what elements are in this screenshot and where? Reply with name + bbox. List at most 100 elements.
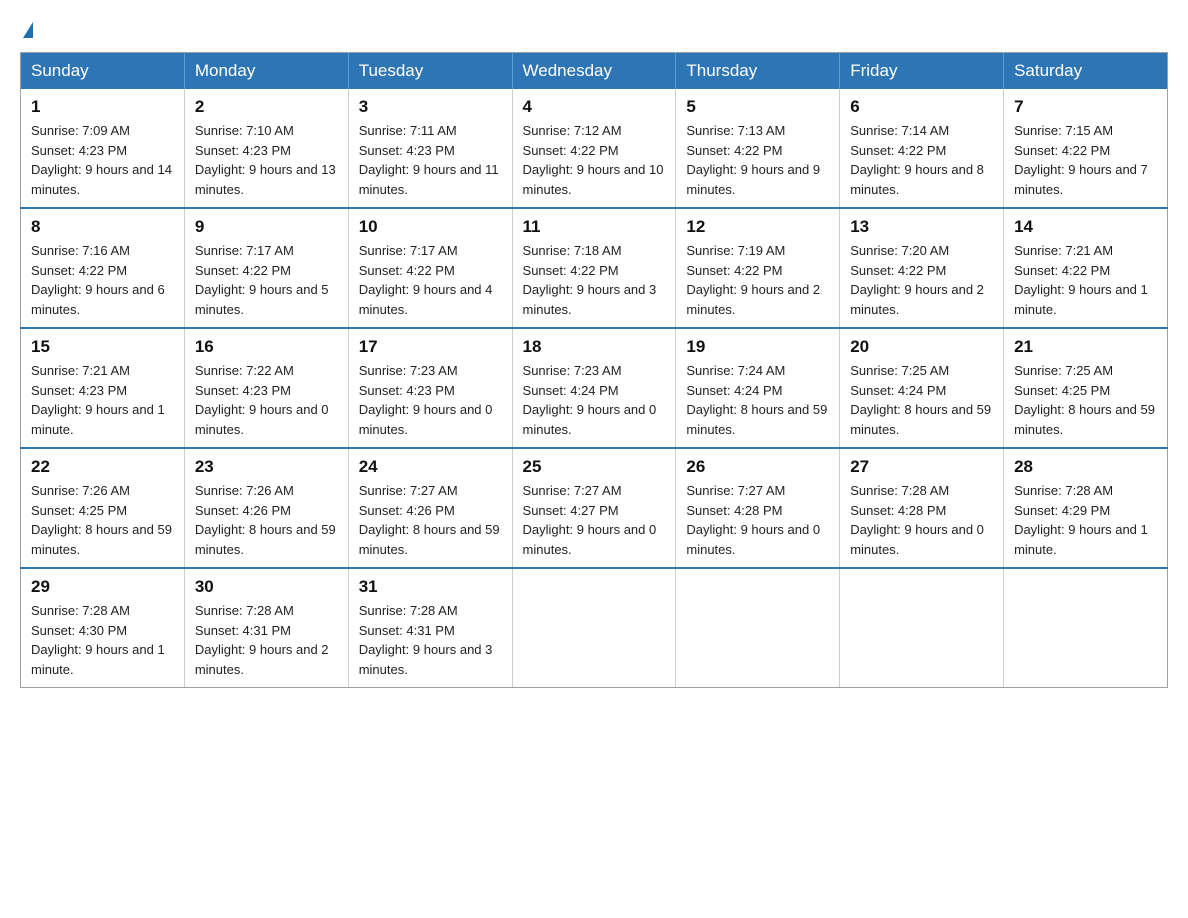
weekday-friday: Friday — [840, 53, 1004, 90]
day-cell-16: 16 Sunrise: 7:22 AMSunset: 4:23 PMDaylig… — [184, 328, 348, 448]
day-info: Sunrise: 7:20 AMSunset: 4:22 PMDaylight:… — [850, 243, 984, 317]
empty-cell-w4-d3 — [512, 568, 676, 688]
day-info: Sunrise: 7:28 AMSunset: 4:31 PMDaylight:… — [195, 603, 329, 677]
day-info: Sunrise: 7:26 AMSunset: 4:26 PMDaylight:… — [195, 483, 336, 557]
day-cell-22: 22 Sunrise: 7:26 AMSunset: 4:25 PMDaylig… — [21, 448, 185, 568]
day-number: 13 — [850, 217, 993, 237]
day-cell-1: 1 Sunrise: 7:09 AMSunset: 4:23 PMDayligh… — [21, 89, 185, 208]
day-number: 29 — [31, 577, 174, 597]
day-cell-8: 8 Sunrise: 7:16 AMSunset: 4:22 PMDayligh… — [21, 208, 185, 328]
day-info: Sunrise: 7:16 AMSunset: 4:22 PMDaylight:… — [31, 243, 165, 317]
day-cell-17: 17 Sunrise: 7:23 AMSunset: 4:23 PMDaylig… — [348, 328, 512, 448]
week-row-4: 22 Sunrise: 7:26 AMSunset: 4:25 PMDaylig… — [21, 448, 1168, 568]
day-number: 9 — [195, 217, 338, 237]
day-cell-19: 19 Sunrise: 7:24 AMSunset: 4:24 PMDaylig… — [676, 328, 840, 448]
day-cell-30: 30 Sunrise: 7:28 AMSunset: 4:31 PMDaylig… — [184, 568, 348, 688]
day-info: Sunrise: 7:28 AMSunset: 4:31 PMDaylight:… — [359, 603, 493, 677]
day-info: Sunrise: 7:27 AMSunset: 4:26 PMDaylight:… — [359, 483, 500, 557]
day-number: 12 — [686, 217, 829, 237]
day-number: 1 — [31, 97, 174, 117]
day-info: Sunrise: 7:28 AMSunset: 4:29 PMDaylight:… — [1014, 483, 1148, 557]
day-number: 7 — [1014, 97, 1157, 117]
day-info: Sunrise: 7:23 AMSunset: 4:24 PMDaylight:… — [523, 363, 657, 437]
day-cell-13: 13 Sunrise: 7:20 AMSunset: 4:22 PMDaylig… — [840, 208, 1004, 328]
day-info: Sunrise: 7:23 AMSunset: 4:23 PMDaylight:… — [359, 363, 493, 437]
logo — [20, 20, 33, 34]
day-info: Sunrise: 7:21 AMSunset: 4:23 PMDaylight:… — [31, 363, 165, 437]
day-number: 8 — [31, 217, 174, 237]
week-row-3: 15 Sunrise: 7:21 AMSunset: 4:23 PMDaylig… — [21, 328, 1168, 448]
day-info: Sunrise: 7:28 AMSunset: 4:28 PMDaylight:… — [850, 483, 984, 557]
day-cell-23: 23 Sunrise: 7:26 AMSunset: 4:26 PMDaylig… — [184, 448, 348, 568]
weekday-header-row: SundayMondayTuesdayWednesdayThursdayFrid… — [21, 53, 1168, 90]
day-info: Sunrise: 7:09 AMSunset: 4:23 PMDaylight:… — [31, 123, 172, 197]
day-info: Sunrise: 7:24 AMSunset: 4:24 PMDaylight:… — [686, 363, 827, 437]
day-cell-18: 18 Sunrise: 7:23 AMSunset: 4:24 PMDaylig… — [512, 328, 676, 448]
empty-cell-w4-d6 — [1004, 568, 1168, 688]
weekday-sunday: Sunday — [21, 53, 185, 90]
day-cell-11: 11 Sunrise: 7:18 AMSunset: 4:22 PMDaylig… — [512, 208, 676, 328]
day-number: 24 — [359, 457, 502, 477]
day-number: 23 — [195, 457, 338, 477]
day-number: 22 — [31, 457, 174, 477]
day-info: Sunrise: 7:12 AMSunset: 4:22 PMDaylight:… — [523, 123, 664, 197]
day-cell-25: 25 Sunrise: 7:27 AMSunset: 4:27 PMDaylig… — [512, 448, 676, 568]
day-number: 5 — [686, 97, 829, 117]
day-number: 14 — [1014, 217, 1157, 237]
empty-cell-w4-d5 — [840, 568, 1004, 688]
day-info: Sunrise: 7:21 AMSunset: 4:22 PMDaylight:… — [1014, 243, 1148, 317]
day-info: Sunrise: 7:27 AMSunset: 4:27 PMDaylight:… — [523, 483, 657, 557]
day-number: 16 — [195, 337, 338, 357]
day-number: 4 — [523, 97, 666, 117]
day-info: Sunrise: 7:10 AMSunset: 4:23 PMDaylight:… — [195, 123, 336, 197]
day-number: 19 — [686, 337, 829, 357]
day-cell-2: 2 Sunrise: 7:10 AMSunset: 4:23 PMDayligh… — [184, 89, 348, 208]
day-cell-4: 4 Sunrise: 7:12 AMSunset: 4:22 PMDayligh… — [512, 89, 676, 208]
day-info: Sunrise: 7:19 AMSunset: 4:22 PMDaylight:… — [686, 243, 820, 317]
day-info: Sunrise: 7:17 AMSunset: 4:22 PMDaylight:… — [195, 243, 329, 317]
day-number: 17 — [359, 337, 502, 357]
day-info: Sunrise: 7:22 AMSunset: 4:23 PMDaylight:… — [195, 363, 329, 437]
day-cell-20: 20 Sunrise: 7:25 AMSunset: 4:24 PMDaylig… — [840, 328, 1004, 448]
day-number: 6 — [850, 97, 993, 117]
day-number: 27 — [850, 457, 993, 477]
day-number: 3 — [359, 97, 502, 117]
weekday-tuesday: Tuesday — [348, 53, 512, 90]
week-row-1: 1 Sunrise: 7:09 AMSunset: 4:23 PMDayligh… — [21, 89, 1168, 208]
day-number: 28 — [1014, 457, 1157, 477]
week-row-5: 29 Sunrise: 7:28 AMSunset: 4:30 PMDaylig… — [21, 568, 1168, 688]
day-number: 10 — [359, 217, 502, 237]
day-cell-21: 21 Sunrise: 7:25 AMSunset: 4:25 PMDaylig… — [1004, 328, 1168, 448]
day-number: 25 — [523, 457, 666, 477]
weekday-saturday: Saturday — [1004, 53, 1168, 90]
day-info: Sunrise: 7:13 AMSunset: 4:22 PMDaylight:… — [686, 123, 820, 197]
day-number: 20 — [850, 337, 993, 357]
day-info: Sunrise: 7:27 AMSunset: 4:28 PMDaylight:… — [686, 483, 820, 557]
day-cell-9: 9 Sunrise: 7:17 AMSunset: 4:22 PMDayligh… — [184, 208, 348, 328]
day-info: Sunrise: 7:28 AMSunset: 4:30 PMDaylight:… — [31, 603, 165, 677]
day-cell-26: 26 Sunrise: 7:27 AMSunset: 4:28 PMDaylig… — [676, 448, 840, 568]
day-number: 2 — [195, 97, 338, 117]
day-info: Sunrise: 7:15 AMSunset: 4:22 PMDaylight:… — [1014, 123, 1148, 197]
day-cell-10: 10 Sunrise: 7:17 AMSunset: 4:22 PMDaylig… — [348, 208, 512, 328]
day-cell-31: 31 Sunrise: 7:28 AMSunset: 4:31 PMDaylig… — [348, 568, 512, 688]
day-cell-28: 28 Sunrise: 7:28 AMSunset: 4:29 PMDaylig… — [1004, 448, 1168, 568]
day-number: 18 — [523, 337, 666, 357]
calendar-table: SundayMondayTuesdayWednesdayThursdayFrid… — [20, 52, 1168, 688]
day-info: Sunrise: 7:18 AMSunset: 4:22 PMDaylight:… — [523, 243, 657, 317]
day-number: 15 — [31, 337, 174, 357]
weekday-wednesday: Wednesday — [512, 53, 676, 90]
day-info: Sunrise: 7:25 AMSunset: 4:25 PMDaylight:… — [1014, 363, 1155, 437]
day-number: 21 — [1014, 337, 1157, 357]
day-number: 31 — [359, 577, 502, 597]
day-info: Sunrise: 7:11 AMSunset: 4:23 PMDaylight:… — [359, 123, 499, 197]
day-cell-3: 3 Sunrise: 7:11 AMSunset: 4:23 PMDayligh… — [348, 89, 512, 208]
weekday-thursday: Thursday — [676, 53, 840, 90]
day-info: Sunrise: 7:25 AMSunset: 4:24 PMDaylight:… — [850, 363, 991, 437]
day-cell-15: 15 Sunrise: 7:21 AMSunset: 4:23 PMDaylig… — [21, 328, 185, 448]
day-number: 11 — [523, 217, 666, 237]
day-info: Sunrise: 7:17 AMSunset: 4:22 PMDaylight:… — [359, 243, 493, 317]
page-header — [20, 20, 1168, 34]
weekday-monday: Monday — [184, 53, 348, 90]
day-cell-5: 5 Sunrise: 7:13 AMSunset: 4:22 PMDayligh… — [676, 89, 840, 208]
